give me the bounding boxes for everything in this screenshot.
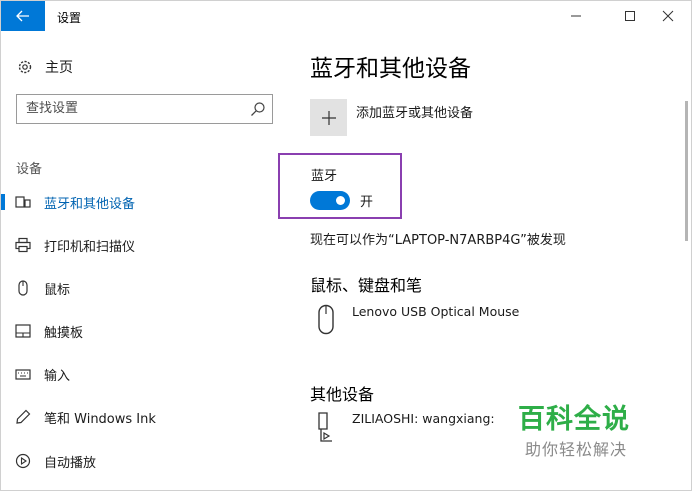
close-button[interactable] bbox=[645, 1, 691, 31]
mouse-icon bbox=[318, 304, 334, 335]
maximize-icon bbox=[625, 11, 635, 21]
nav-home-label: 主页 bbox=[45, 60, 73, 76]
bluetooth-label: 蓝牙 bbox=[311, 169, 338, 184]
close-icon bbox=[662, 10, 674, 22]
search-icon[interactable] bbox=[250, 101, 266, 117]
back-arrow-icon bbox=[16, 10, 29, 22]
sidebar-item-autoplay[interactable]: 自动播放 bbox=[1, 446, 276, 476]
active-indicator bbox=[1, 194, 5, 210]
sidebar-item-label: 输入 bbox=[44, 368, 71, 384]
minimize-icon bbox=[571, 15, 581, 17]
add-device-button[interactable] bbox=[310, 99, 347, 136]
plus-icon bbox=[321, 110, 336, 125]
sidebar-item-label: 自动播放 bbox=[44, 455, 97, 471]
watermark-title: 百科全说 bbox=[518, 404, 630, 435]
nav-home[interactable]: 主页 bbox=[17, 57, 73, 77]
sidebar-item-pen[interactable]: 笔和 Windows Ink bbox=[1, 402, 276, 432]
printer-icon bbox=[15, 237, 31, 253]
mouse-icon bbox=[15, 280, 31, 296]
sidebar-item-label: 鼠标 bbox=[44, 282, 71, 298]
gear-icon bbox=[18, 60, 32, 74]
sidebar-item-mouse[interactable]: 鼠标 bbox=[1, 273, 276, 303]
discoverable-text: 现在可以作为“LAPTOP-N7ARBP4G”被发现 bbox=[310, 233, 566, 248]
section-title-other-devices: 其他设备 bbox=[310, 385, 375, 404]
back-button[interactable] bbox=[1, 1, 45, 31]
device-name: Lenovo USB Optical Mouse bbox=[352, 304, 520, 319]
page-title: 蓝牙和其他设备 bbox=[310, 56, 471, 82]
watermark-subtitle: 助你轻松解决 bbox=[525, 440, 628, 459]
autoplay-icon bbox=[15, 453, 31, 469]
sidebar-item-typing[interactable]: 输入 bbox=[1, 359, 276, 389]
touchpad-icon bbox=[15, 323, 31, 339]
device-name: ZILIAOSHI: wangxiang: bbox=[352, 411, 495, 426]
bluetooth-toggle-state: 开 bbox=[360, 195, 374, 210]
sidebar-item-label: 蓝牙和其他设备 bbox=[44, 196, 136, 212]
scrollbar[interactable] bbox=[685, 101, 688, 241]
search-box[interactable] bbox=[16, 94, 273, 124]
sidebar-item-label: 打印机和扫描仪 bbox=[44, 239, 136, 255]
search-input[interactable] bbox=[26, 101, 246, 116]
sidebar-item-printers[interactable]: 打印机和扫描仪 bbox=[1, 230, 276, 260]
title-bar: 设置 bbox=[1, 1, 691, 31]
sidebar-item-touchpad[interactable]: 触摸板 bbox=[1, 316, 276, 346]
settings-window: 设置 主页 设备 蓝牙和其他设备 bbox=[0, 0, 692, 491]
pen-icon bbox=[15, 409, 31, 425]
sidebar-item-label: 笔和 Windows Ink bbox=[44, 411, 156, 427]
sidebar-item-bluetooth[interactable]: 蓝牙和其他设备 bbox=[1, 187, 276, 217]
window-title: 设置 bbox=[57, 11, 82, 25]
toggle-knob bbox=[336, 196, 345, 205]
section-title-mouse-keyboard-pen: 鼠标、键盘和笔 bbox=[310, 276, 423, 295]
bluetooth-toggle[interactable] bbox=[310, 191, 350, 210]
bluetooth-devices-icon bbox=[15, 194, 31, 210]
nav-section-devices: 设备 bbox=[16, 162, 43, 177]
minimize-button[interactable] bbox=[553, 1, 599, 31]
add-device-label[interactable]: 添加蓝牙或其他设备 bbox=[356, 102, 473, 121]
sidebar-item-label: 触摸板 bbox=[44, 325, 84, 341]
media-device-icon bbox=[318, 412, 332, 442]
keyboard-icon bbox=[15, 366, 31, 382]
